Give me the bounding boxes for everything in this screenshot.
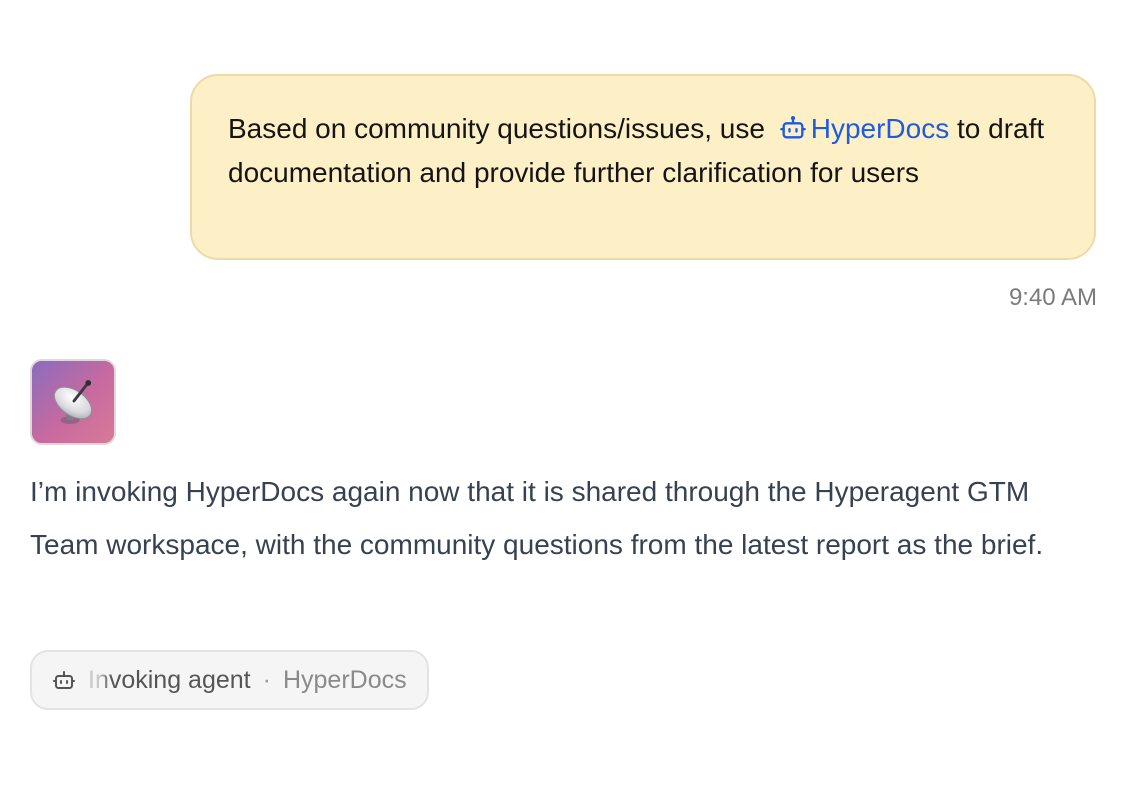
assistant-avatar bbox=[30, 359, 116, 445]
chip-separator: · bbox=[262, 665, 271, 694]
user-message-text-before: Based on community questions/issues, use bbox=[228, 113, 765, 144]
invoking-agent-status-chip[interactable]: Invoking agent · HyperDocs bbox=[30, 650, 429, 710]
chip-action-label: Invoking agent bbox=[88, 665, 251, 694]
mention-label: HyperDocs bbox=[810, 113, 950, 144]
satellite-dish-icon bbox=[32, 361, 114, 443]
assistant-message-text: I’m invoking HyperDocs again now that it… bbox=[30, 476, 1044, 560]
bot-icon bbox=[53, 671, 75, 689]
chip-agent-name: HyperDocs bbox=[282, 665, 407, 694]
agent-mention-hyperdocs[interactable]: HyperDocs bbox=[779, 113, 949, 144]
bot-icon bbox=[779, 115, 806, 139]
message-timestamp: 9:40 AM bbox=[1008, 284, 1097, 311]
user-message-bubble: Based on community questions/issues, use… bbox=[190, 74, 1096, 260]
